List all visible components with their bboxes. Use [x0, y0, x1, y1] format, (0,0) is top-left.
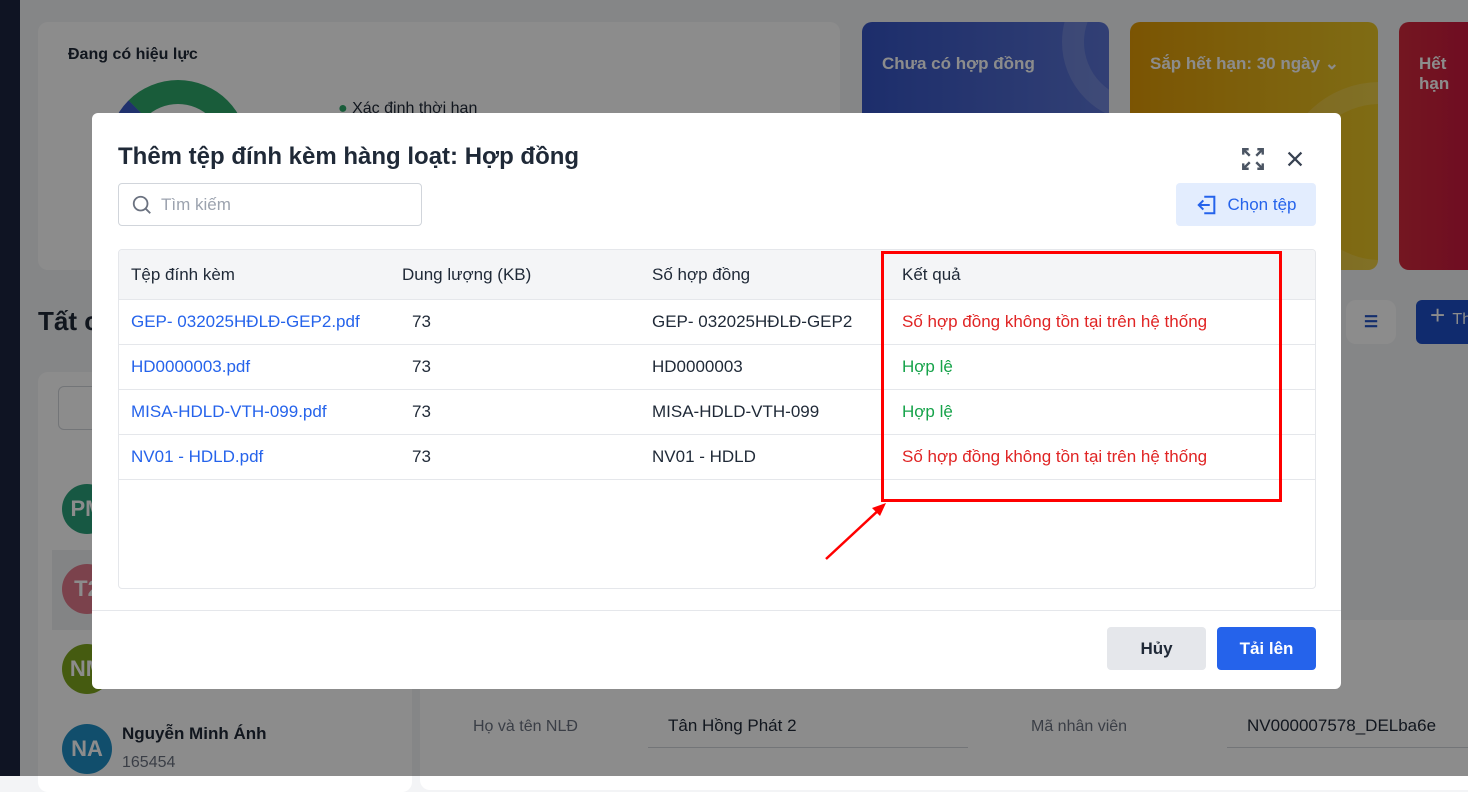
file-size: 73: [412, 357, 431, 376]
search-icon: [132, 195, 151, 214]
annotation-arrow-icon: [825, 503, 886, 560]
highlight-box: [881, 251, 1282, 502]
file-link[interactable]: GEP- 032025HĐLĐ-GEP2.pdf: [119, 312, 390, 332]
contract-number: GEP- 032025HĐLĐ-GEP2: [652, 312, 853, 331]
upload-button[interactable]: Tải lên: [1217, 627, 1316, 670]
file-link[interactable]: NV01 - HDLD.pdf: [119, 447, 390, 467]
contract-number: NV01 - HDLD: [652, 447, 756, 466]
file-size: 73: [412, 312, 431, 331]
cancel-button[interactable]: Hủy: [1107, 627, 1206, 670]
search-input[interactable]: [161, 194, 401, 215]
file-link[interactable]: MISA-HDLD-VTH-099.pdf: [119, 402, 390, 422]
close-icon[interactable]: [1284, 148, 1306, 170]
file-size: 73: [412, 402, 431, 421]
choose-file-label: Chọn tệp: [1227, 194, 1297, 214]
col-size: Dung lượng (KB): [402, 264, 532, 284]
choose-file-button[interactable]: Chọn tệp: [1176, 183, 1316, 226]
col-file: Tệp đính kèm: [131, 264, 235, 284]
file-link[interactable]: HD0000003.pdf: [119, 357, 390, 377]
modal-footer-divider: [92, 610, 1341, 611]
contract-number: MISA-HDLD-VTH-099: [652, 402, 820, 421]
search-field[interactable]: [118, 183, 422, 226]
col-contract: Số hợp đồng: [652, 264, 751, 284]
contract-number: HD0000003: [652, 357, 743, 376]
file-size: 73: [412, 447, 431, 466]
expand-icon[interactable]: [1240, 146, 1266, 172]
modal-title: Thêm tệp đính kèm hàng loạt: Hợp đồng: [118, 143, 580, 170]
file-import-icon: [1196, 195, 1215, 214]
